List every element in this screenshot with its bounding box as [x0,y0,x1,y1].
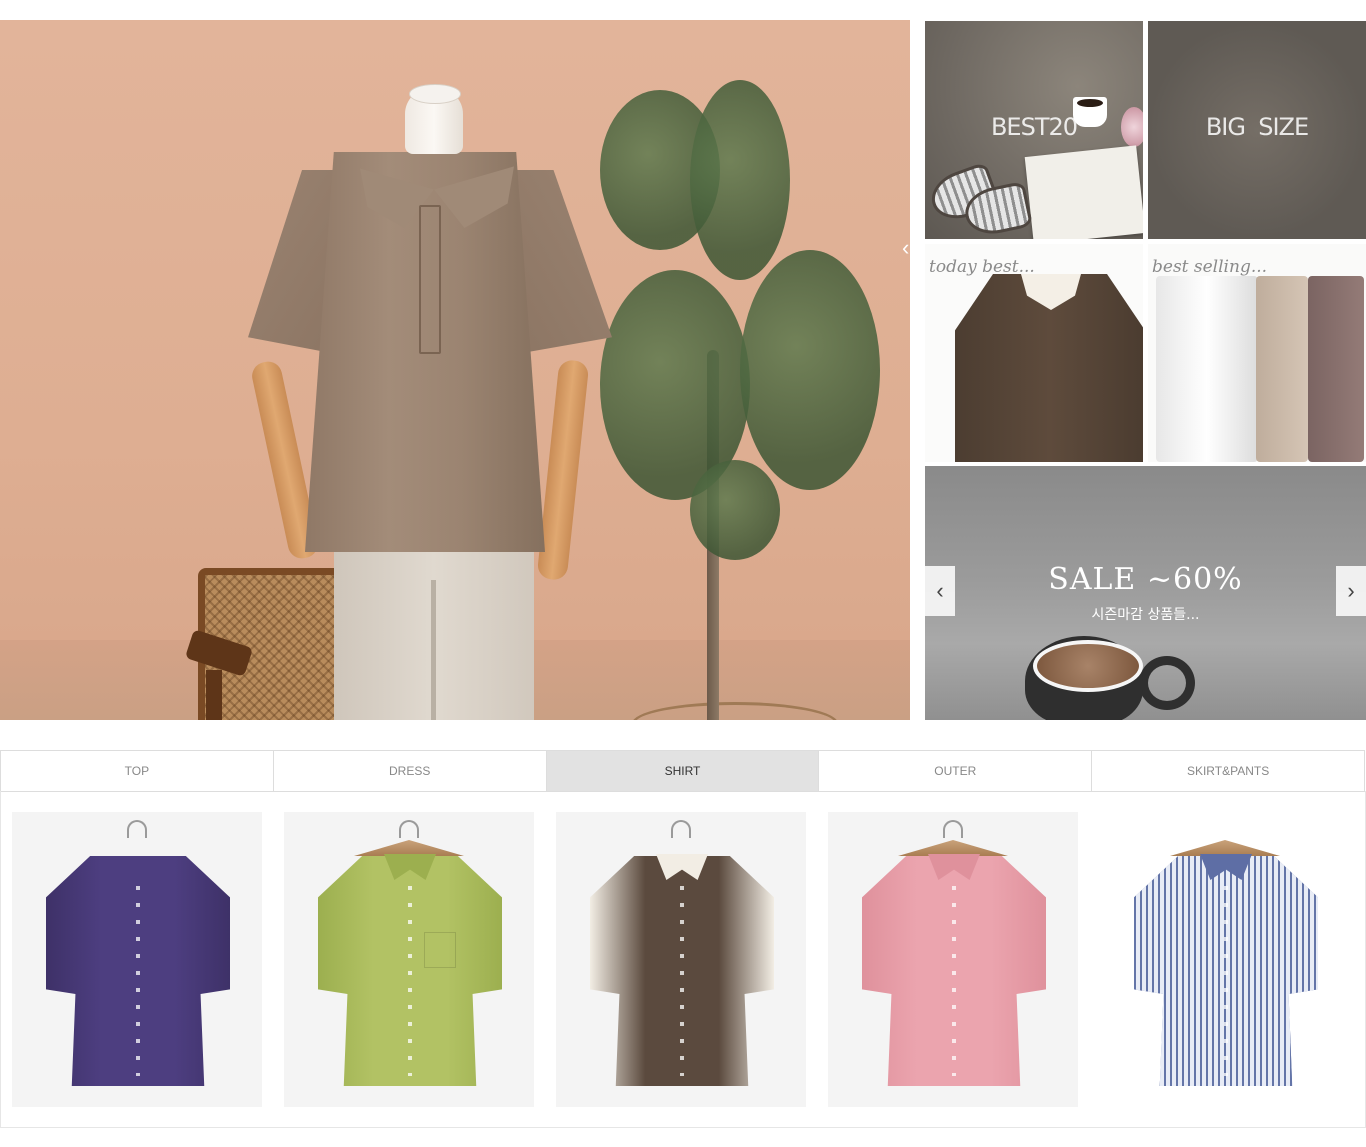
shirt-buttons [136,886,140,1076]
hero-slider[interactable]: ‹ [0,20,910,720]
today-best-label: today best... [929,257,1035,277]
best20-label: BEST20 [990,113,1078,141]
hanger-icon [127,820,147,838]
hanger-bar [898,840,1008,856]
olive-tree-leaves-image [690,460,780,560]
mannequin-cap [409,84,461,104]
chair-leg-image [206,670,222,720]
coffee-image [1033,640,1143,692]
hero-next-arrow-icon[interactable]: ‹ [902,233,910,263]
sale-banner[interactable]: SALE ~60% 시즌마감 상품들... ‹ › [925,466,1366,720]
hanger-bar [354,840,464,856]
hanger-bar [1170,840,1280,856]
today-best-banner[interactable]: today best... [925,244,1143,462]
product-card[interactable] [556,812,806,1107]
best-selling-banner[interactable]: best selling... [1148,244,1366,462]
hanger-icon [943,820,963,838]
tab-shirt[interactable]: SHIRT [546,751,820,791]
tab-skirt-pants[interactable]: SKIRT&PANTS [1092,751,1365,791]
tab-outer[interactable]: OUTER [819,751,1093,791]
shirt-pocket [424,932,456,968]
chevron-right-icon[interactable]: › [1336,566,1366,616]
hanger-icon [399,820,419,838]
shirt-buttons [680,886,684,1076]
olive-tree-leaves-image [740,250,880,490]
big-size-label: BIG SIZE [1205,113,1309,141]
category-tabs: TOP DRESS SHIRT OUTER SKIRT&PANTS [0,750,1365,792]
sale-subtitle: 시즌마감 상품들... [1091,607,1200,623]
white-pants-image [1156,276,1258,462]
shirt-placket [419,205,441,354]
best20-banner[interactable]: BEST20 [925,21,1143,239]
best-selling-label: best selling... [1152,257,1268,277]
coffee-cup-handle [1139,656,1195,710]
chevron-left-icon[interactable]: ‹ [925,566,955,616]
product-card[interactable] [1100,812,1350,1107]
product-card[interactable] [828,812,1078,1107]
shirt-buttons [1224,886,1228,1076]
open-book-image [1024,145,1143,239]
pants-leg-gap [431,580,436,720]
beige-pants-image [1256,276,1308,462]
plum-pants-image [1308,276,1364,462]
shirt-buttons [408,886,412,1076]
product-card[interactable] [284,812,534,1107]
olive-tree-leaves-image [690,80,790,280]
big-size-banner[interactable]: BIG SIZE [1148,21,1366,239]
tab-top[interactable]: TOP [1,751,274,791]
product-card[interactable] [12,812,262,1107]
sale-title: SALE ~60% [1048,562,1243,597]
hanger-icon [671,820,691,838]
tab-dress[interactable]: DRESS [273,751,547,791]
shirt-buttons [952,886,956,1076]
coffee-surface [1077,99,1103,107]
